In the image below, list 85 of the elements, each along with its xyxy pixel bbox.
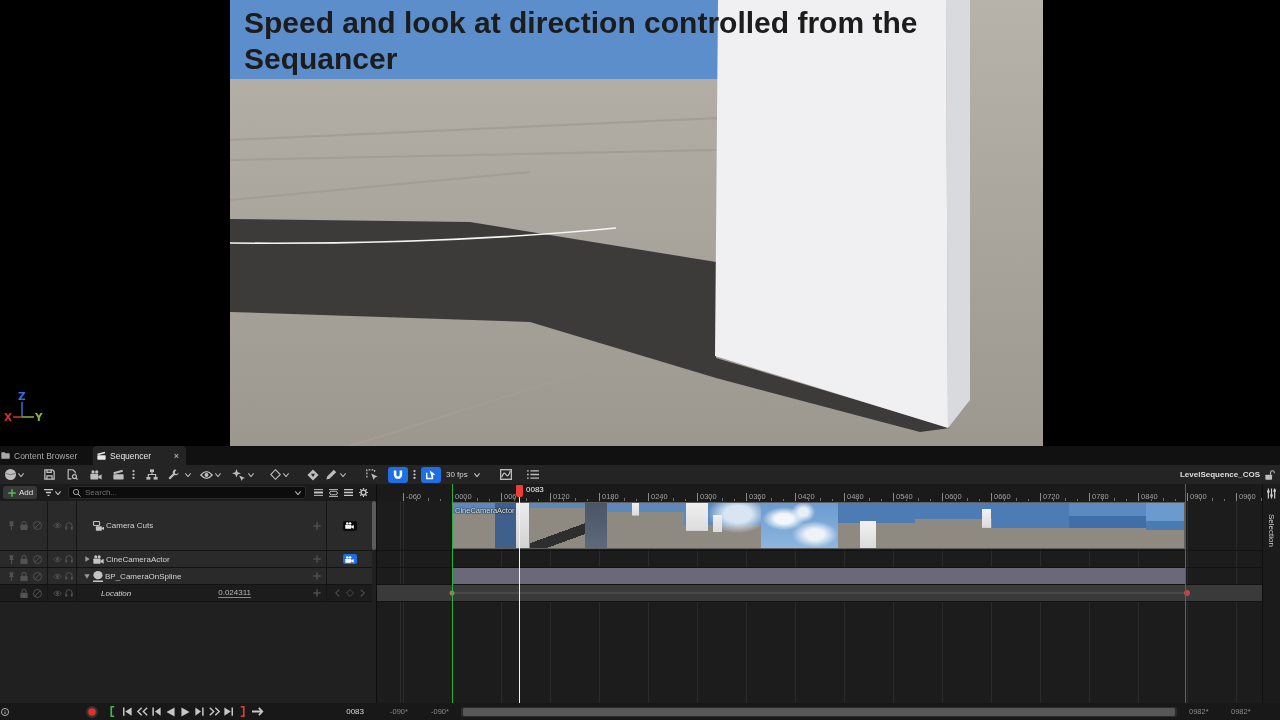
camera-stack-icon bbox=[93, 520, 104, 531]
caret-icon[interactable] bbox=[55, 490, 61, 495]
double-chevron-left-icon[interactable] bbox=[137, 707, 148, 716]
close-button[interactable]: × bbox=[172, 450, 180, 461]
skip-end-icon[interactable] bbox=[224, 707, 233, 716]
tab[interactable]: Content Browser bbox=[0, 446, 90, 465]
playhead-frame-label: 0083 bbox=[526, 485, 544, 494]
filled-diamond-icon[interactable] bbox=[307, 468, 319, 481]
plus-icon bbox=[8, 488, 16, 497]
vertical-dots-icon[interactable] bbox=[413, 469, 416, 480]
playback-start-line[interactable] bbox=[452, 484, 453, 703]
menu-icon[interactable] bbox=[344, 489, 353, 496]
padlock-icon[interactable] bbox=[1265, 469, 1275, 480]
step-back-icon[interactable] bbox=[152, 707, 161, 716]
tab[interactable]: Sequencer × bbox=[93, 446, 186, 465]
sliders-icon[interactable] bbox=[1266, 488, 1277, 499]
hierarchy-icon[interactable] bbox=[146, 469, 158, 480]
expand-arrow-icon[interactable] bbox=[85, 556, 90, 562]
axis-label: Y bbox=[35, 411, 43, 423]
tray-cursor-icon bbox=[426, 469, 436, 480]
double-chevron-right-icon[interactable] bbox=[209, 707, 220, 716]
step-forward-icon[interactable] bbox=[195, 707, 204, 716]
movie-camera-icon bbox=[345, 522, 354, 529]
eye-icon[interactable] bbox=[200, 469, 213, 480]
caret-icon[interactable] bbox=[185, 472, 191, 477]
track-label: Location bbox=[101, 588, 132, 598]
record-button[interactable] bbox=[86, 705, 98, 718]
sphere-icon[interactable] bbox=[5, 469, 16, 480]
wrench-icon[interactable] bbox=[168, 469, 179, 480]
folder-icon bbox=[1, 452, 10, 459]
search-field[interactable]: Search... bbox=[68, 486, 306, 499]
info-icon[interactable] bbox=[1, 707, 9, 716]
orb-icon bbox=[93, 570, 103, 582]
sparkle-cursor-icon[interactable] bbox=[232, 468, 245, 481]
caret-icon[interactable] bbox=[215, 472, 221, 477]
caret-icon[interactable] bbox=[18, 472, 24, 477]
bracket-icon[interactable] bbox=[110, 706, 115, 717]
sequence-name: LevelSequence_COS bbox=[1179, 470, 1260, 479]
snap-toggle-button[interactable] bbox=[388, 466, 408, 483]
curve-graph-icon[interactable] bbox=[500, 469, 512, 480]
value-field[interactable]: 0.024311 bbox=[218, 588, 251, 598]
filter-icon[interactable] bbox=[44, 489, 53, 496]
selection-cursor-icon[interactable] bbox=[366, 468, 378, 481]
frame-rate-dropdown[interactable]: 30 fps bbox=[446, 470, 484, 479]
clapperboard-icon bbox=[97, 451, 106, 460]
diamond-icon[interactable] bbox=[270, 469, 281, 480]
track-label: BP_CameraOnSpline bbox=[105, 571, 182, 581]
vertical-dots-icon[interactable] bbox=[132, 469, 135, 480]
caret-icon bbox=[473, 472, 480, 477]
playhead[interactable] bbox=[516, 485, 523, 703]
search-icon bbox=[73, 488, 81, 497]
skip-start-icon[interactable] bbox=[123, 707, 132, 716]
floppy-disk-icon[interactable] bbox=[44, 469, 55, 480]
magnet-icon bbox=[393, 469, 403, 480]
caret-icon[interactable] bbox=[295, 490, 301, 495]
movie-camera-icon bbox=[93, 554, 104, 564]
camera-lock-button[interactable] bbox=[342, 554, 357, 564]
list-icon[interactable] bbox=[527, 470, 539, 479]
bracket-icon[interactable] bbox=[240, 706, 245, 717]
scrollbar[interactable] bbox=[372, 501, 376, 550]
play-reverse-icon[interactable] bbox=[166, 706, 175, 717]
expand-arrow-icon[interactable] bbox=[84, 573, 90, 579]
expand-rows-icon[interactable] bbox=[329, 488, 338, 497]
track-label: CineCameraActor bbox=[106, 554, 170, 564]
caret-icon[interactable] bbox=[248, 472, 254, 477]
track-label: Camera Cuts bbox=[106, 521, 154, 530]
axis-label: X bbox=[4, 411, 13, 423]
play-icon[interactable] bbox=[181, 706, 190, 717]
add-button[interactable]: Add bbox=[3, 486, 37, 499]
clapperboard-icon[interactable] bbox=[113, 469, 124, 480]
movie-camera-icon bbox=[345, 555, 354, 563]
caret-icon[interactable] bbox=[283, 472, 289, 477]
caret-icon[interactable] bbox=[340, 472, 346, 477]
toggle-button[interactable] bbox=[421, 466, 441, 483]
axis-label: Z bbox=[18, 390, 26, 402]
collapse-rows-icon[interactable] bbox=[314, 489, 323, 496]
movie-camera-icon[interactable] bbox=[90, 469, 102, 480]
pencil-icon[interactable] bbox=[326, 469, 337, 480]
selection-tab[interactable]: Selection bbox=[1267, 514, 1276, 547]
file-search-icon[interactable] bbox=[67, 469, 78, 480]
axis-lines-icon bbox=[12, 401, 35, 418]
settings-icon[interactable] bbox=[359, 488, 368, 497]
current-frame-field[interactable]: 0083 bbox=[346, 707, 364, 716]
camera-lock-button[interactable] bbox=[342, 520, 357, 531]
arrow-right-icon[interactable] bbox=[252, 707, 264, 716]
